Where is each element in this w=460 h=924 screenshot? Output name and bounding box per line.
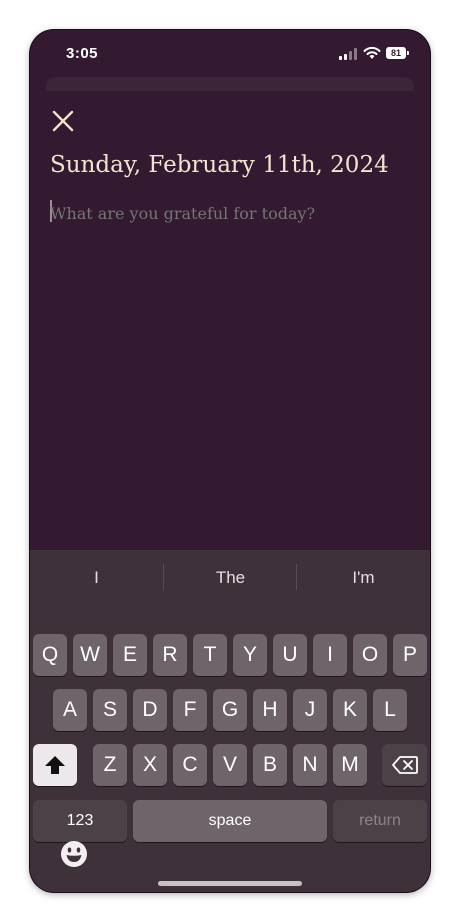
entry-date-title: Sunday, February 11th, 2024 [50,152,389,178]
key-u[interactable]: U [273,634,307,676]
home-indicator[interactable] [158,881,302,886]
key-j[interactable]: J [293,689,327,731]
close-button[interactable] [50,108,76,134]
backspace-icon [391,756,418,774]
close-icon [52,110,74,132]
suggestion-2[interactable]: The [164,566,297,590]
gratitude-entry-input[interactable] [50,200,410,226]
wifi-icon [363,46,381,59]
return-key[interactable]: return [333,800,427,842]
key-l[interactable]: L [373,689,407,731]
key-s[interactable]: S [93,689,127,731]
emoji-icon[interactable] [60,840,88,868]
suggestion-1[interactable]: I [30,566,163,590]
key-z[interactable]: Z [93,744,127,786]
key-a[interactable]: A [53,689,87,731]
key-g[interactable]: G [213,689,247,731]
key-p[interactable]: P [393,634,427,676]
key-t[interactable]: T [193,634,227,676]
key-i[interactable]: I [313,634,347,676]
key-v[interactable]: V [213,744,247,786]
sheet-background-edge [46,77,414,91]
key-w[interactable]: W [73,634,107,676]
key-d[interactable]: D [133,689,167,731]
keyboard: I The I'm Q W E R T Y U I O P A S D F G … [30,550,430,892]
status-bar: 3:05 81 [30,30,430,78]
shift-icon [45,756,65,774]
status-time: 3:05 [66,45,99,62]
shift-key[interactable] [33,744,77,786]
key-o[interactable]: O [353,634,387,676]
space-key[interactable]: space [133,800,327,842]
battery-icon: 81 [386,47,409,59]
key-f[interactable]: F [173,689,207,731]
numbers-key[interactable]: 123 [33,800,127,842]
backspace-key[interactable] [382,744,427,786]
signal-icon [339,48,357,60]
key-h[interactable]: H [253,689,287,731]
key-x[interactable]: X [133,744,167,786]
phone-screen: 3:05 81 Sunday, February 11th, 2024 I Th… [30,30,430,892]
key-r[interactable]: R [153,634,187,676]
key-y[interactable]: Y [233,634,267,676]
key-k[interactable]: K [333,689,367,731]
key-m[interactable]: M [333,744,367,786]
key-q[interactable]: Q [33,634,67,676]
key-n[interactable]: N [293,744,327,786]
key-e[interactable]: E [113,634,147,676]
key-c[interactable]: C [173,744,207,786]
battery-level: 81 [390,48,401,58]
suggestion-3[interactable]: I'm [297,566,430,590]
key-b[interactable]: B [253,744,287,786]
